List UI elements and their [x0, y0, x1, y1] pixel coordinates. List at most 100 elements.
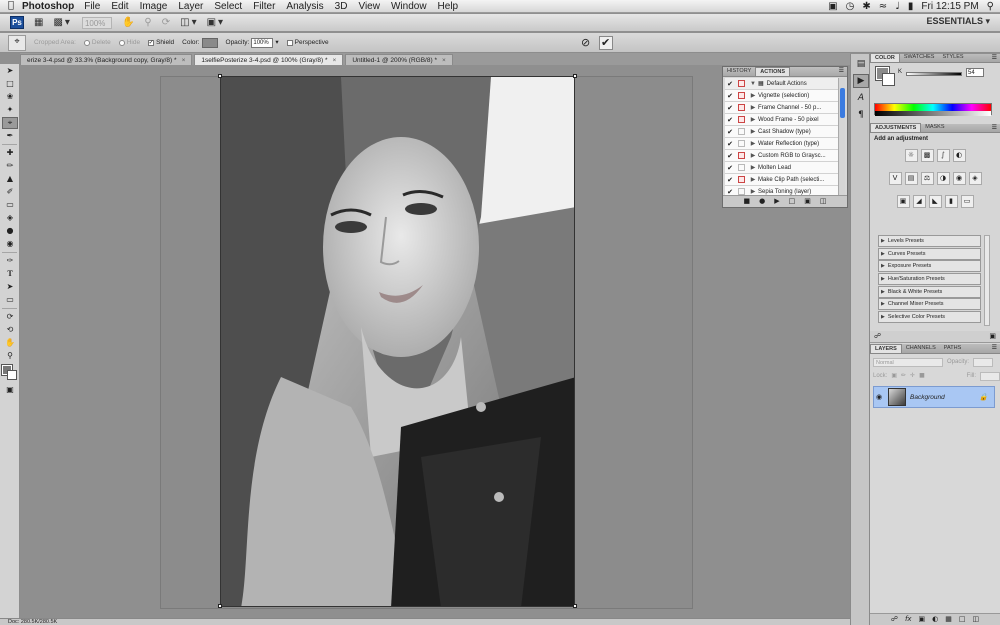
actions-panel-button[interactable]: ▶	[853, 74, 869, 88]
character-panel-button[interactable]: A	[853, 91, 869, 105]
background-color-swatch[interactable]	[7, 370, 17, 380]
menu-filter[interactable]: Filter	[253, 1, 275, 12]
healing-brush-tool[interactable]: ✚	[2, 147, 18, 159]
triangle-right-icon[interactable]: ▶	[748, 176, 758, 183]
foreground-background-colors[interactable]	[1, 364, 18, 381]
new-action-icon[interactable]: ▣	[804, 198, 811, 205]
action-item[interactable]: ✔ ▶ Vignette (selection)	[725, 90, 839, 102]
new-set-icon[interactable]: □	[789, 198, 796, 205]
actions-scrollbar[interactable]	[838, 78, 845, 196]
tab-background-copy[interactable]: erize 3-4.psd @ 33.3% (Background copy, …	[20, 54, 193, 65]
menu-layer[interactable]: Layer	[178, 1, 203, 12]
k-slider[interactable]	[906, 72, 962, 76]
presets-scrollbar[interactable]	[984, 235, 990, 326]
levels-icon[interactable]: ▩	[920, 149, 934, 162]
checkmark-icon[interactable]: ✔	[725, 140, 735, 148]
checkmark-icon[interactable]: ✔	[725, 176, 735, 184]
panel-menu-icon[interactable]: ☰	[992, 125, 997, 131]
dialog-toggle-icon[interactable]	[738, 188, 745, 195]
link-layers-icon[interactable]: ☍	[891, 616, 898, 623]
tab-styles[interactable]: STYLES	[938, 53, 967, 62]
action-item[interactable]: ✔ ▶ Molten Lead	[725, 162, 839, 174]
workspace-switcher[interactable]: ESSENTIALS ▾	[926, 16, 990, 27]
tab-layers[interactable]: LAYERS	[870, 344, 902, 353]
shield-color-swatch[interactable]	[201, 37, 218, 48]
k-value-field[interactable]: 54	[966, 68, 984, 77]
hide-radio[interactable]	[118, 39, 125, 46]
quick-selection-tool[interactable]: ✦	[2, 104, 18, 116]
color-balance-icon[interactable]: ⚖	[920, 172, 934, 185]
zoom-tool[interactable]: ⚲	[2, 350, 18, 362]
menu-view[interactable]: View	[358, 1, 380, 12]
wifi-icon[interactable]: ≈	[879, 1, 887, 12]
lasso-tool[interactable]: ❀	[2, 91, 18, 103]
triangle-right-icon[interactable]: ▶	[748, 152, 758, 159]
commit-crop-button[interactable]: ✔	[598, 35, 613, 50]
perspective-checkbox[interactable]	[286, 39, 293, 46]
stop-icon[interactable]: ■	[744, 198, 751, 205]
action-item[interactable]: ✔ ▶ Water Reflection (type)	[725, 138, 839, 150]
history-panel-button[interactable]: ▤	[853, 57, 869, 71]
triangle-right-icon[interactable]: ▶	[748, 128, 758, 135]
hide-option[interactable]: Hide	[118, 39, 140, 46]
menu-file[interactable]: File	[84, 1, 100, 12]
checkmark-icon[interactable]: ✔	[725, 104, 735, 112]
tab-color[interactable]: COLOR	[870, 53, 900, 62]
layer-opacity-field[interactable]	[973, 357, 994, 367]
dialog-toggle-icon[interactable]	[738, 92, 745, 99]
app-menu[interactable]: Photoshop	[22, 1, 74, 12]
move-tool[interactable]: ➤	[2, 65, 18, 77]
action-item[interactable]: ✔ ▶ Wood Frame - 50 pixel	[725, 114, 839, 126]
adjustment-layer-icon[interactable]: ◐	[932, 616, 938, 623]
triangle-right-icon[interactable]: ▶	[748, 104, 758, 111]
lock-position-icon[interactable]: ✛	[910, 373, 915, 379]
tab-adjustments[interactable]: ADJUSTMENTS	[870, 123, 922, 132]
preset-exposure[interactable]: ▶ Exposure Presets	[878, 260, 981, 273]
tab-untitled-1[interactable]: Untitled-1 @ 200% (RGB/8) * ×	[345, 54, 453, 65]
layer-fill-field[interactable]	[980, 371, 1000, 381]
layer-mask-icon[interactable]: ▣	[919, 616, 926, 623]
blur-tool[interactable]: ●	[2, 225, 18, 237]
lock-pixels-icon[interactable]: ✏	[901, 373, 906, 379]
chevron-down-icon[interactable]: ▾	[275, 39, 278, 46]
black-white-icon[interactable]: ◑	[936, 172, 950, 185]
shape-tool[interactable]: ▭	[2, 294, 18, 306]
triangle-right-icon[interactable]: ▶	[748, 116, 758, 123]
exposure-icon[interactable]: ◐	[952, 149, 966, 162]
tab-paths[interactable]: PATHS	[940, 344, 966, 353]
time-machine-icon[interactable]: ◷	[846, 1, 855, 12]
posterize-icon[interactable]: ◢	[912, 195, 926, 208]
preset-hue-saturation[interactable]: ▶ Hue/Saturation Presets	[878, 273, 981, 286]
preset-curves[interactable]: ▶ Curves Presets	[878, 247, 981, 260]
marquee-tool[interactable]: □	[2, 78, 18, 90]
hand-tool[interactable]: ✋	[2, 337, 18, 349]
brightness-contrast-icon[interactable]: ☼	[904, 149, 918, 162]
pen-tool[interactable]: ✑	[2, 255, 18, 267]
triangle-right-icon[interactable]: ▶	[748, 140, 758, 147]
lock-all-icon[interactable]: ■	[919, 373, 925, 379]
tab-selfie-posterize[interactable]: 1selfiePosterize 3-4.psd @ 100% (Gray/8)…	[194, 54, 344, 65]
quick-mask-button[interactable]: ▣	[2, 384, 18, 396]
shield-checkbox[interactable]: ✓	[148, 39, 155, 46]
invert-icon[interactable]: ▣	[896, 195, 910, 208]
tool-preset-picker[interactable]: ⌖	[8, 34, 26, 51]
menu-edit[interactable]: Edit	[111, 1, 128, 12]
tab-actions[interactable]: ACTIONS	[755, 67, 790, 76]
action-item[interactable]: ✔ ▶ Custom RGB to Graysc...	[725, 150, 839, 162]
crop-tool[interactable]: ⌖	[2, 117, 18, 129]
3d-orbit-tool[interactable]: ⟲	[2, 324, 18, 336]
menu-help[interactable]: Help	[438, 1, 459, 12]
battery-icon[interactable]: ▮	[908, 1, 914, 12]
panel-menu-icon[interactable]: ☰	[992, 55, 997, 61]
tab-history[interactable]: HISTORY	[723, 67, 755, 76]
dialog-toggle-icon[interactable]	[738, 176, 745, 183]
eyedropper-tool[interactable]: ✒	[2, 130, 18, 142]
tab-channels[interactable]: CHANNELS	[902, 344, 940, 353]
eraser-tool[interactable]: ▭	[2, 199, 18, 211]
hand-tool-button[interactable]: ✋	[122, 17, 134, 28]
tab-swatches[interactable]: SWATCHES	[900, 53, 939, 62]
action-item[interactable]: ✔ ▶ Make Clip Path (selecti...	[725, 174, 839, 186]
screen-mode-button[interactable]: ▣ ▾	[207, 17, 223, 28]
crop-handle-bottom-right[interactable]	[573, 604, 577, 608]
menu-image[interactable]: Image	[140, 1, 168, 12]
